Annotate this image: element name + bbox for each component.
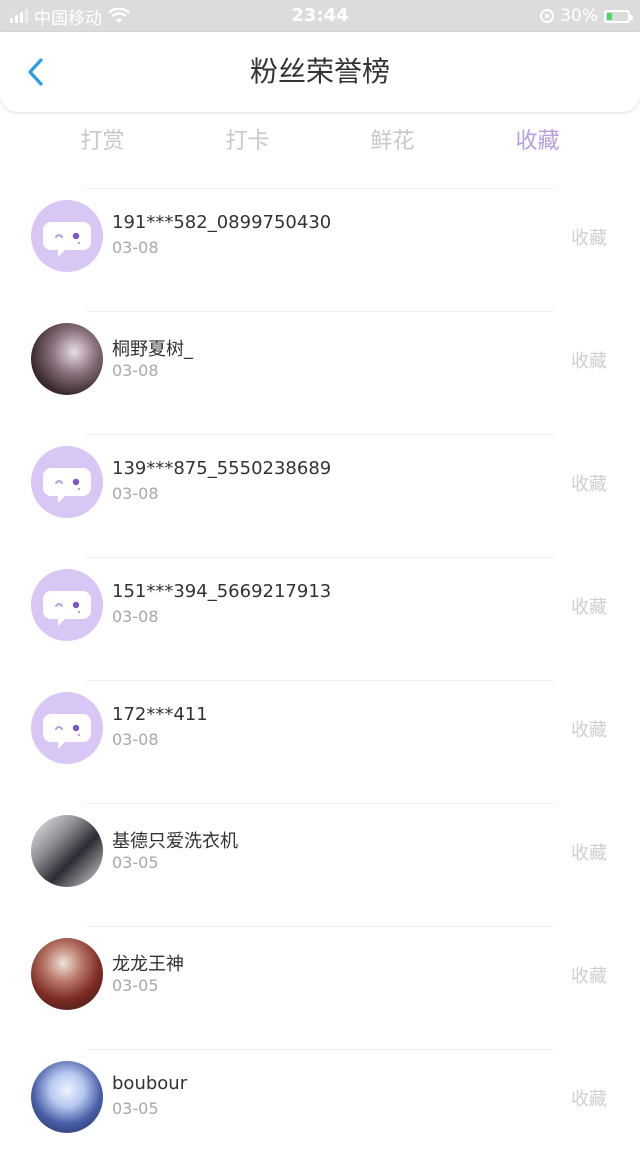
fan-name: boubour xyxy=(112,1073,188,1094)
fan-date: 03-08 xyxy=(112,238,159,257)
avatar[interactable] xyxy=(31,1061,103,1133)
rotation-lock-icon xyxy=(540,9,555,23)
action-label: 收藏 xyxy=(571,720,607,741)
action-label: 收藏 xyxy=(571,351,607,372)
fan-name: 151***394_5669217913 xyxy=(112,581,332,602)
chat-bubble-icon xyxy=(43,714,91,749)
row-divider xyxy=(85,188,555,189)
row-divider xyxy=(85,680,555,681)
row-divider xyxy=(85,1049,555,1050)
chat-bubble-icon xyxy=(43,222,91,257)
status-right: 30% xyxy=(540,0,633,32)
row-divider xyxy=(85,926,555,927)
fan-name: 龙龙王神 xyxy=(112,954,184,975)
page-title: 粉丝荣誉榜 xyxy=(249,55,390,88)
tab-bar: 打赏 打卡 鲜花 收藏 xyxy=(30,120,610,164)
row-divider xyxy=(85,434,555,435)
fan-name: 139***875_5550238689 xyxy=(112,458,332,479)
avatar[interactable] xyxy=(31,323,103,395)
fan-name: 桐野夏树_ xyxy=(112,339,193,360)
battery-fill xyxy=(607,12,613,20)
fan-list: 191***582_0899750430 03-08 收藏 桐野夏树_ 03-0… xyxy=(0,188,640,1172)
battery-percent: 30% xyxy=(560,6,598,26)
fan-date: 03-08 xyxy=(112,361,159,380)
row-divider xyxy=(85,557,555,558)
fan-date: 03-05 xyxy=(112,976,159,995)
avatar[interactable] xyxy=(31,569,103,641)
fan-date: 03-08 xyxy=(112,607,159,626)
chat-bubble-icon xyxy=(43,591,91,626)
tab-collect[interactable]: 收藏 xyxy=(465,120,610,164)
battery-icon xyxy=(604,9,633,23)
fan-date: 03-05 xyxy=(112,1099,159,1118)
fan-row[interactable]: 191***582_0899750430 03-08 收藏 xyxy=(0,188,640,311)
action-label: 收藏 xyxy=(571,966,607,987)
avatar[interactable] xyxy=(31,815,103,887)
fan-date: 03-08 xyxy=(112,484,159,503)
avatar[interactable] xyxy=(31,692,103,764)
fan-date: 03-05 xyxy=(112,853,159,872)
action-label: 收藏 xyxy=(571,228,607,249)
chat-bubble-icon xyxy=(43,468,91,503)
fan-row[interactable]: 172***411 03-08 收藏 xyxy=(0,680,640,803)
action-label: 收藏 xyxy=(571,1089,607,1110)
nav-header: 粉丝荣誉榜 xyxy=(0,32,640,112)
tab-reward[interactable]: 打赏 xyxy=(30,120,175,164)
fan-row[interactable]: 151***394_5669217913 03-08 收藏 xyxy=(0,557,640,680)
status-bar: 中国移动 23:44 30% xyxy=(0,0,640,32)
fan-name: 基德只爱洗衣机 xyxy=(112,831,238,852)
avatar[interactable] xyxy=(31,200,103,272)
fan-row[interactable]: 桐野夏树_ 03-08 收藏 xyxy=(0,311,640,434)
tab-checkin[interactable]: 打卡 xyxy=(175,120,320,164)
fan-row[interactable]: 龙龙王神 03-05 收藏 xyxy=(0,926,640,1049)
fan-date: 03-08 xyxy=(112,730,159,749)
fan-name: 172***411 xyxy=(112,704,208,725)
action-label: 收藏 xyxy=(571,474,607,495)
fan-row[interactable]: 基德只爱洗衣机 03-05 收藏 xyxy=(0,803,640,926)
action-label: 收藏 xyxy=(571,597,607,618)
avatar[interactable] xyxy=(31,938,103,1010)
avatar[interactable] xyxy=(31,446,103,518)
row-divider xyxy=(85,311,555,312)
fan-row[interactable]: boubour 03-05 收藏 xyxy=(0,1049,640,1172)
action-label: 收藏 xyxy=(571,843,607,864)
fan-row[interactable]: 139***875_5550238689 03-08 收藏 xyxy=(0,434,640,557)
fan-name: 191***582_0899750430 xyxy=(112,212,332,233)
tab-flowers[interactable]: 鲜花 xyxy=(320,120,465,164)
row-divider xyxy=(85,803,555,804)
